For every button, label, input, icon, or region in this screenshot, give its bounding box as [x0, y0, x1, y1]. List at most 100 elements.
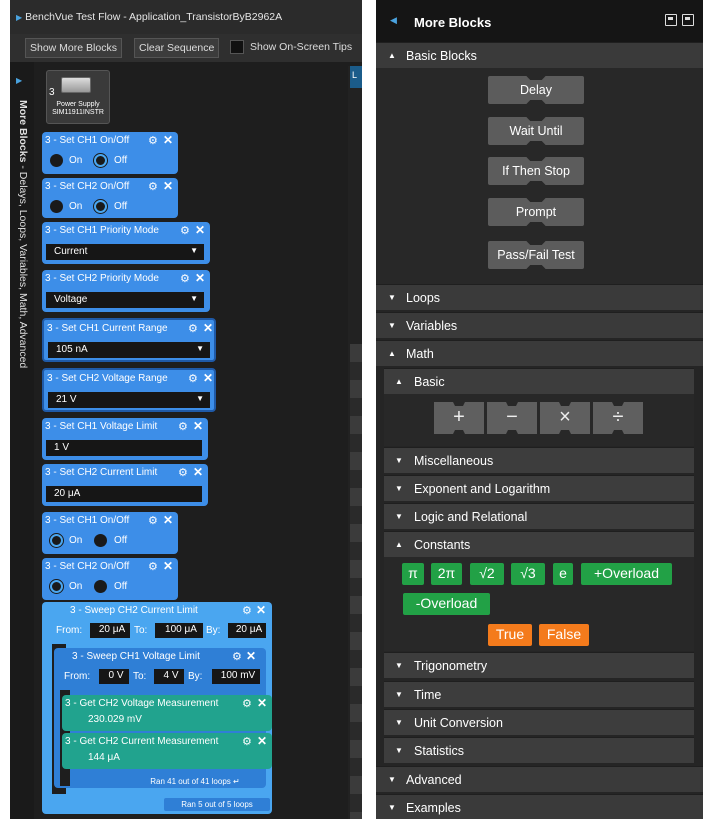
- from-input[interactable]: 20 μA: [90, 623, 130, 638]
- subsection-unit-conversion[interactable]: ▼ Unit Conversion: [384, 709, 694, 735]
- close-icon[interactable]: ✕: [203, 371, 213, 385]
- on-radio[interactable]: [50, 534, 63, 547]
- pi-constant-block[interactable]: π: [402, 563, 424, 585]
- block-set-ch1-priority-mode[interactable]: 3 - Set CH1 Priority Mode ⚙ ✕ Current ▼: [42, 222, 210, 264]
- two-pi-constant-block[interactable]: 2π: [431, 563, 462, 585]
- section-math[interactable]: ▲ Math: [376, 340, 703, 366]
- close-icon[interactable]: ✕: [163, 133, 173, 147]
- close-icon[interactable]: ✕: [203, 321, 213, 335]
- gear-icon[interactable]: ⚙: [148, 134, 158, 147]
- subsection-logic-relational[interactable]: ▼ Logic and Relational: [384, 503, 694, 529]
- by-input[interactable]: 100 mV: [212, 669, 260, 684]
- gear-icon[interactable]: ⚙: [178, 420, 188, 433]
- restore-icon[interactable]: [682, 14, 694, 26]
- off-radio[interactable]: [94, 154, 107, 167]
- close-icon[interactable]: ✕: [193, 419, 203, 433]
- priority-mode-select[interactable]: Voltage ▼: [46, 292, 204, 308]
- gear-icon[interactable]: ⚙: [242, 735, 252, 748]
- current-limit-input[interactable]: 20 μA: [46, 486, 202, 502]
- current-range-select[interactable]: 105 nA ▼: [48, 342, 210, 358]
- e-constant-block[interactable]: e: [553, 563, 573, 585]
- block-set-ch2-onoff-2[interactable]: 3 - Set CH2 On/Off ⚙ ✕ On Off: [42, 558, 178, 600]
- sqrt2-constant-block[interactable]: √2: [470, 563, 504, 585]
- block-get-ch2-voltage-measurement[interactable]: 3 - Get CH2 Voltage Measurement ⚙ ✕ 230.…: [62, 695, 272, 731]
- block-set-ch1-onoff[interactable]: 3 - Set CH1 On/Off ⚙ ✕ On Off: [42, 132, 178, 174]
- voltage-limit-input[interactable]: 1 V: [46, 440, 202, 456]
- close-icon[interactable]: ✕: [163, 179, 173, 193]
- close-icon[interactable]: ✕: [246, 649, 256, 663]
- off-radio[interactable]: [94, 580, 107, 593]
- canvas-tab[interactable]: L: [350, 66, 362, 88]
- section-loops[interactable]: ▼ Loops: [376, 284, 703, 310]
- section-basic-blocks[interactable]: ▲ Basic Blocks: [376, 42, 703, 68]
- by-input[interactable]: 20 μA: [228, 623, 266, 638]
- close-icon[interactable]: ✕: [257, 734, 267, 748]
- prompt-block[interactable]: Prompt: [488, 198, 584, 226]
- subtract-operator-block[interactable]: −: [487, 402, 537, 434]
- close-icon[interactable]: ✕: [163, 559, 173, 573]
- section-advanced[interactable]: ▼ Advanced: [376, 766, 703, 792]
- close-icon[interactable]: ✕: [193, 465, 203, 479]
- minimize-icon[interactable]: [665, 14, 677, 26]
- power-supply-device-tile[interactable]: 3 Power Supply SIM11911INSTR: [46, 70, 110, 124]
- delay-block[interactable]: Delay: [488, 76, 584, 104]
- section-variables[interactable]: ▼ Variables: [376, 312, 703, 338]
- block-set-ch2-current-limit[interactable]: 3 - Set CH2 Current Limit ⚙ ✕ 20 μA: [42, 464, 208, 506]
- gear-icon[interactable]: ⚙: [178, 466, 188, 479]
- more-blocks-side-strip[interactable]: ▶ More Blocks - Delays, Loops, Variables…: [10, 62, 34, 819]
- block-get-ch2-current-measurement[interactable]: 3 - Get CH2 Current Measurement ⚙ ✕ 144 …: [62, 733, 272, 769]
- expand-triangle-icon[interactable]: ▶: [16, 76, 22, 85]
- block-set-ch2-priority-mode[interactable]: 3 - Set CH2 Priority Mode ⚙ ✕ Voltage ▼: [42, 270, 210, 312]
- pass-fail-test-block[interactable]: Pass/Fail Test: [488, 241, 584, 269]
- close-icon[interactable]: ✕: [195, 271, 205, 285]
- plus-overload-constant-block[interactable]: +Overload: [581, 563, 672, 585]
- multiply-operator-block[interactable]: ×: [540, 402, 590, 434]
- gear-icon[interactable]: ⚙: [148, 180, 158, 193]
- off-radio[interactable]: [94, 534, 107, 547]
- divide-operator-block[interactable]: ÷: [593, 402, 643, 434]
- subsection-exponent-logarithm[interactable]: ▼ Exponent and Logarithm: [384, 475, 694, 501]
- gear-icon[interactable]: ⚙: [242, 697, 252, 710]
- from-input[interactable]: 0 V: [99, 669, 129, 684]
- close-icon[interactable]: ✕: [256, 603, 266, 617]
- subsection-time[interactable]: ▼ Time: [384, 681, 694, 707]
- if-then-stop-block[interactable]: If Then Stop: [488, 157, 584, 185]
- gear-icon[interactable]: ⚙: [148, 514, 158, 527]
- gear-icon[interactable]: ⚙: [232, 650, 242, 663]
- show-more-blocks-button[interactable]: Show More Blocks: [25, 38, 122, 58]
- close-icon[interactable]: ✕: [195, 223, 205, 237]
- wait-until-block[interactable]: Wait Until: [488, 117, 584, 145]
- gear-icon[interactable]: ⚙: [188, 372, 198, 385]
- on-radio[interactable]: [50, 200, 63, 213]
- subsection-statistics[interactable]: ▼ Statistics: [384, 737, 694, 763]
- block-set-ch2-onoff[interactable]: 3 - Set CH2 On/Off ⚙ ✕ On Off: [42, 178, 178, 218]
- clear-sequence-button[interactable]: Clear Sequence: [134, 38, 220, 58]
- close-icon[interactable]: ✕: [257, 696, 267, 710]
- off-radio[interactable]: [94, 200, 107, 213]
- subsection-miscellaneous[interactable]: ▼ Miscellaneous: [384, 447, 694, 473]
- collapse-panel-icon[interactable]: ◀: [390, 15, 397, 26]
- collapse-triangle-icon[interactable]: ▶: [16, 13, 22, 22]
- close-icon[interactable]: ✕: [163, 513, 173, 527]
- false-boolean-block[interactable]: False: [539, 624, 589, 646]
- to-input[interactable]: 100 μA: [155, 623, 203, 638]
- show-tips-checkbox[interactable]: [230, 40, 244, 54]
- gear-icon[interactable]: ⚙: [242, 604, 252, 617]
- on-radio[interactable]: [50, 580, 63, 593]
- voltage-range-select[interactable]: 21 V ▼: [48, 392, 210, 408]
- gear-icon[interactable]: ⚙: [148, 560, 158, 573]
- section-examples[interactable]: ▼ Examples: [376, 794, 703, 819]
- block-set-ch1-voltage-limit[interactable]: 3 - Set CH1 Voltage Limit ⚙ ✕ 1 V: [42, 418, 208, 460]
- subsection-constants[interactable]: ▲ Constants: [384, 531, 694, 557]
- sqrt3-constant-block[interactable]: √3: [511, 563, 545, 585]
- on-radio[interactable]: [50, 154, 63, 167]
- gear-icon[interactable]: ⚙: [180, 272, 190, 285]
- block-set-ch1-current-range[interactable]: 3 - Set CH1 Current Range ⚙ ✕ 105 nA ▼: [42, 318, 216, 362]
- minus-overload-constant-block[interactable]: -Overload: [403, 593, 490, 615]
- true-boolean-block[interactable]: True: [488, 624, 532, 646]
- block-set-ch2-voltage-range[interactable]: 3 - Set CH2 Voltage Range ⚙ ✕ 21 V ▼: [42, 368, 216, 412]
- to-input[interactable]: 4 V: [154, 669, 184, 684]
- add-operator-block[interactable]: +: [434, 402, 484, 434]
- block-set-ch1-onoff-2[interactable]: 3 - Set CH1 On/Off ⚙ ✕ On Off: [42, 512, 178, 554]
- subsection-basic[interactable]: ▲ Basic: [384, 368, 694, 394]
